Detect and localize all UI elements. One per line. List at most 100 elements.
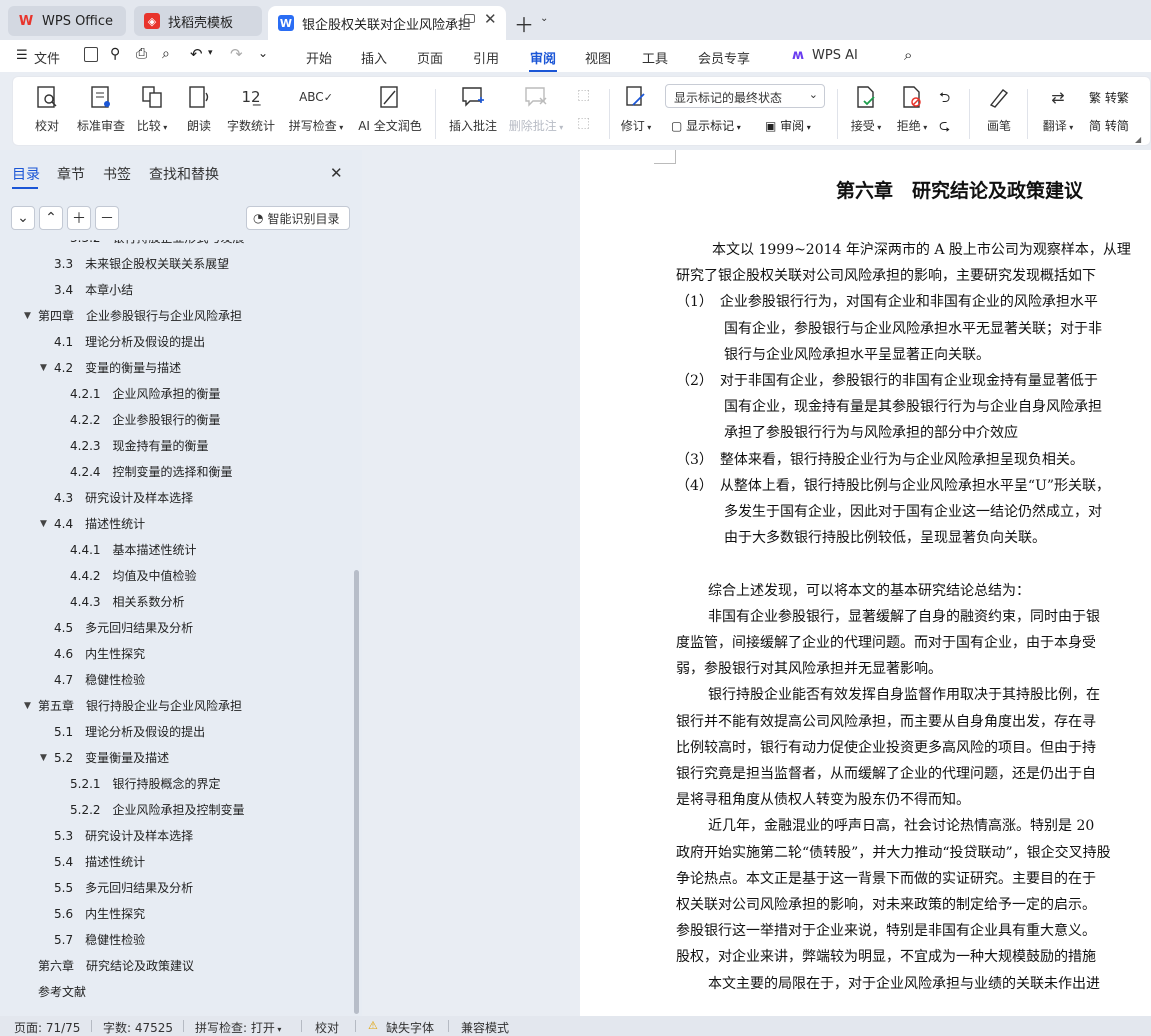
previous-change-icon[interactable]: ⮌ <box>939 87 950 111</box>
toc-item[interactable]: 4.2.3 现金持有量的衡量 <box>70 436 209 456</box>
panel-tab-toc[interactable]: 目录 <box>12 164 40 184</box>
missing-font-status[interactable]: 缺失字体 <box>386 1019 434 1036</box>
menu-wps-ai[interactable]: WPS AI <box>812 48 858 63</box>
toc-item[interactable]: 4.4.2 均值及中值检验 <box>70 566 197 586</box>
toc-item[interactable]: 4.2.2 企业参股银行的衡量 <box>70 410 221 430</box>
print-preview-icon[interactable]: ⌕ <box>162 46 170 62</box>
panel-close-icon[interactable]: ✕ <box>330 164 343 182</box>
menu-review[interactable]: 审阅 <box>530 48 556 67</box>
spell-check-button[interactable]: ABC ✓ 拼写检查 ▾ <box>287 83 345 134</box>
toc-item[interactable]: 3.3 未来银企股权关联关系展望 <box>54 254 229 274</box>
redo-icon[interactable]: ↷ <box>230 45 243 63</box>
toc-item[interactable]: 4.1 理论分析及假设的提出 <box>54 332 205 352</box>
markup-display-select[interactable]: 显示标记的最终状态 ⌄ <box>665 84 825 108</box>
document-page[interactable]: 第六章 研究结论及政策建议 本文以 1999~2014 年沪深两市的 A 股上市… <box>580 150 1151 1016</box>
window-restore-icon[interactable] <box>464 14 475 23</box>
menu-file[interactable]: 文件 <box>34 48 60 67</box>
to-simplified-button[interactable]: 简 转简 <box>1089 117 1129 134</box>
toc-item[interactable]: 5.7 稳健性检验 <box>54 930 145 950</box>
proofread-button[interactable]: 校对 <box>33 83 61 134</box>
save-icon[interactable] <box>84 47 98 62</box>
track-changes-button[interactable]: 修订 ▾ <box>617 83 655 134</box>
tab-wps-office[interactable]: W WPS Office <box>8 6 126 36</box>
undo-dropdown-icon[interactable]: ▾ <box>208 48 213 58</box>
toc-item[interactable]: 3.3.2 银行持股企业形式与发展 <box>70 240 245 248</box>
read-aloud-button[interactable]: 朗读 <box>185 83 213 134</box>
remove-toc-item-button[interactable]: － <box>95 206 119 230</box>
expand-arrow-icon[interactable]: ▼ <box>24 306 31 326</box>
compare-button[interactable]: 比较 ▾ <box>135 83 169 134</box>
toc-item[interactable]: 4.2.1 企业风险承担的衡量 <box>70 384 221 404</box>
panel-tab-bookmarks[interactable]: 书签 <box>103 164 131 184</box>
proofread-status[interactable]: 校对 <box>315 1019 339 1036</box>
menu-insert[interactable]: 插入 <box>361 48 387 67</box>
toc-item[interactable]: 4.5 多元回归结果及分析 <box>54 618 193 638</box>
tab-document[interactable]: W 银企股权关联对企业风险承担 ✕ <box>268 6 506 40</box>
menu-view[interactable]: 视图 <box>585 48 611 67</box>
toc-item[interactable]: 3.4 本章小结 <box>54 280 133 300</box>
toc-item[interactable]: 5.2.2 企业风险承担及控制变量 <box>70 800 245 820</box>
toc-item[interactable]: ▼ 第四章 企业参股银行与企业风险承担 <box>24 306 242 326</box>
collapse-all-button[interactable]: ⌄ <box>11 206 35 230</box>
menu-home[interactable]: 开始 <box>306 48 332 67</box>
tab-template[interactable]: ◈ 找稻壳模板 <box>134 6 262 36</box>
delete-comment-button[interactable]: 删除批注 ▾ <box>507 83 565 134</box>
menu-page[interactable]: 页面 <box>417 48 443 67</box>
toc-item[interactable]: ▼ 5.2 变量衡量及描述 <box>40 748 169 768</box>
add-toc-item-button[interactable]: ＋ <box>67 206 91 230</box>
share-icon[interactable]: ⚲ <box>110 46 120 62</box>
menu-member[interactable]: 会员专享 <box>698 48 750 67</box>
show-markup-button[interactable]: ▢ 显示标记 ▾ <box>671 117 741 134</box>
toc-item[interactable]: ▼ 第五章 银行持股企业与企业风险承担 <box>24 696 242 716</box>
toc-item[interactable]: 4.3 研究设计及样本选择 <box>54 488 193 508</box>
accept-button[interactable]: 接受 ▾ <box>847 83 885 134</box>
toc-item[interactable]: 5.1 理论分析及假设的提出 <box>54 722 205 742</box>
toc-item[interactable]: 5.4 描述性统计 <box>54 852 145 872</box>
tab-list-chevron-icon[interactable]: ⌄ <box>540 13 548 24</box>
word-count-button[interactable]: 12̲ 字数统计 <box>227 83 275 134</box>
toc-item[interactable]: ▼ 4.4 描述性统计 <box>40 514 145 534</box>
spell-check-status[interactable]: 拼写检查: 打开 ▾ <box>195 1019 281 1036</box>
next-change-icon[interactable]: ⮎ <box>939 115 950 139</box>
reject-button[interactable]: 拒绝 ▾ <box>893 83 931 134</box>
next-comment-icon[interactable]: ⬚ <box>577 115 590 131</box>
expand-arrow-icon[interactable]: ▼ <box>24 696 31 716</box>
toc-item[interactable]: 参考文献 <box>38 982 98 1002</box>
toc-item[interactable]: 4.6 内生性探究 <box>54 644 145 664</box>
standard-review-button[interactable]: 标准审查 <box>75 83 127 134</box>
panel-tab-find-replace[interactable]: 查找和替换 <box>149 164 219 184</box>
ribbon-expand-icon[interactable]: ◢ <box>1135 135 1141 144</box>
toc-item[interactable]: ▼ 4.2 变量的衡量与描述 <box>40 358 181 378</box>
translate-button[interactable]: ⇄ 翻译 ▾ <box>1039 83 1077 134</box>
insert-comment-button[interactable]: 插入批注 <box>447 83 499 134</box>
menu-tools[interactable]: 工具 <box>642 48 668 67</box>
smart-toc-button[interactable]: ◔ 智能识别目录 <box>246 206 350 230</box>
toc-item[interactable]: 5.5 多元回归结果及分析 <box>54 878 193 898</box>
undo-icon[interactable]: ↶ <box>190 45 203 63</box>
toc-item[interactable]: 4.4.3 相关系数分析 <box>70 592 185 612</box>
toc-item[interactable]: 5.2.1 银行持股概念的界定 <box>70 774 221 794</box>
panel-tab-sections[interactable]: 章节 <box>57 164 85 184</box>
previous-comment-icon[interactable]: ⬚ <box>577 87 590 103</box>
pen-button[interactable]: 画笔 <box>983 83 1015 134</box>
expand-arrow-icon[interactable]: ▼ <box>40 514 47 534</box>
expand-arrow-icon[interactable]: ▼ <box>40 358 47 378</box>
toc-item[interactable]: 5.3 研究设计及样本选择 <box>54 826 193 846</box>
expand-up-button[interactable]: ⌃ <box>39 206 63 230</box>
hamburger-icon[interactable]: ☰ <box>16 48 28 63</box>
toc-item[interactable]: 4.2.4 控制变量的选择和衡量 <box>70 462 233 482</box>
toc-scrollbar-thumb[interactable] <box>354 570 359 1014</box>
review-pane-button[interactable]: ▣ 审阅 ▾ <box>765 117 811 134</box>
menu-references[interactable]: 引用 <box>473 48 499 67</box>
tab-close-icon[interactable]: ✕ <box>484 10 497 28</box>
to-traditional-button[interactable]: 繁 转繁 <box>1089 89 1129 106</box>
quick-access-more-icon[interactable]: ⌄ <box>258 46 268 60</box>
expand-arrow-icon[interactable]: ▼ <box>40 748 47 768</box>
toc-item[interactable]: 4.4.1 基本描述性统计 <box>70 540 197 560</box>
toc-item[interactable]: 第六章 研究结论及政策建议 <box>38 956 194 976</box>
print-icon[interactable]: ⎙ <box>136 46 147 62</box>
toc-item[interactable]: 4.7 稳健性检验 <box>54 670 145 690</box>
word-count-status[interactable]: 字数: 47525 <box>103 1019 173 1036</box>
new-tab-icon[interactable]: ＋ <box>514 9 534 38</box>
search-icon[interactable]: ⌕ <box>904 46 912 64</box>
